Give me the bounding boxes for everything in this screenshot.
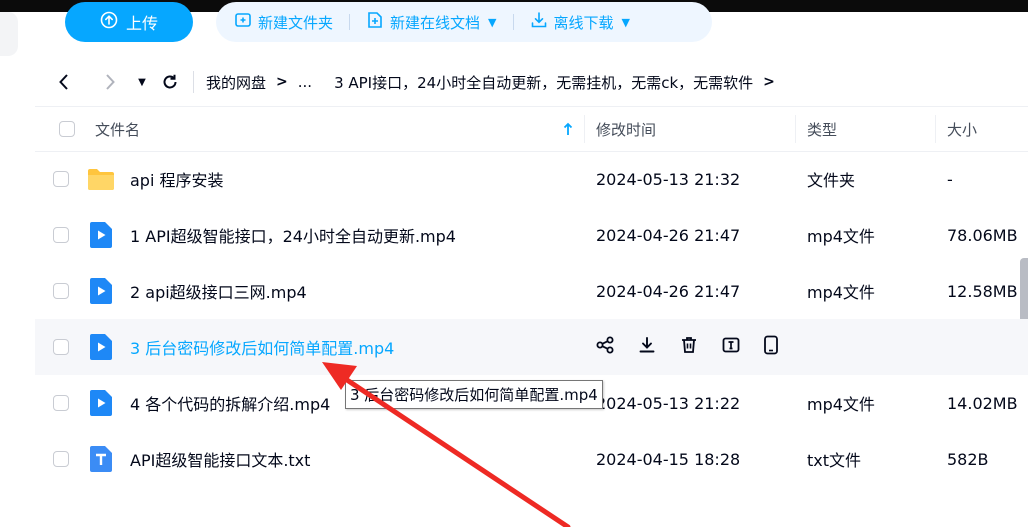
column-divider — [584, 115, 585, 143]
new-doc-icon — [366, 11, 384, 33]
file-size: 78.06MB — [947, 225, 1018, 245]
file-list-header: 文件名 修改时间 类型 大小 — [35, 106, 1028, 152]
download-icon — [530, 11, 548, 33]
chevron-right-icon: > — [763, 74, 775, 90]
file-type: mp4文件 — [807, 395, 875, 414]
table-row[interactable]: API超级智能接口文本.txt 2024-04-15 18:28 txt文件 5… — [35, 431, 1028, 487]
file-size: 14.02MB — [947, 393, 1018, 413]
select-all-checkbox[interactable] — [59, 121, 75, 137]
delete-icon[interactable] — [679, 335, 699, 359]
new-folder-icon — [234, 11, 252, 33]
new-online-doc-button[interactable]: 新建在线文档 ▼ — [366, 11, 497, 33]
text-file-icon — [87, 445, 115, 473]
row-checkbox[interactable] — [53, 283, 69, 299]
column-modified[interactable]: 修改时间 — [596, 107, 656, 151]
file-name[interactable]: api 程序安装 — [130, 151, 224, 207]
file-type: mp4文件 — [807, 227, 875, 246]
toolbar-divider — [512, 14, 514, 30]
back-icon[interactable] — [51, 73, 77, 91]
new-online-doc-label: 新建在线文档 — [390, 13, 481, 32]
row-checkbox[interactable] — [53, 451, 69, 467]
file-type: 文件夹 — [807, 171, 856, 190]
file-name[interactable]: 4 各个代码的拆解介绍.mp4 — [130, 375, 330, 431]
file-modified: 2024-04-26 21:47 — [596, 225, 741, 245]
mobile-icon[interactable] — [763, 335, 779, 359]
sort-asc-icon[interactable] — [563, 107, 573, 151]
chevron-right-icon: > — [276, 74, 288, 90]
filename-tooltip: 3 后台密码修改后如何简单配置.mp4 — [345, 380, 603, 409]
breadcrumb-ellipsis[interactable]: ... — [298, 73, 312, 91]
file-name[interactable]: 2 api超级接口三网.mp4 — [130, 263, 307, 319]
file-size: - — [947, 169, 953, 189]
column-name[interactable]: 文件名 — [95, 107, 140, 151]
table-row[interactable]: 3 后台密码修改后如何简单配置.mp4 — [35, 319, 1028, 375]
sidebar-edge — [0, 12, 18, 56]
column-type[interactable]: 类型 — [807, 107, 837, 151]
table-row[interactable]: api 程序安装 2024-05-13 21:32 文件夹 - — [35, 151, 1028, 207]
file-type: mp4文件 — [807, 283, 875, 302]
file-name[interactable]: 1 API超级智能接口，24小时全自动更新.mp4 — [130, 207, 456, 263]
table-row[interactable]: 1 API超级智能接口，24小时全自动更新.mp4 2024-04-26 21:… — [35, 207, 1028, 263]
row-checkbox[interactable] — [53, 339, 69, 355]
share-icon[interactable] — [595, 335, 615, 359]
file-size: 582B — [947, 449, 989, 469]
download-icon[interactable] — [637, 335, 657, 359]
new-folder-label: 新建文件夹 — [258, 13, 334, 32]
file-modified: 2024-04-15 18:28 — [596, 449, 741, 469]
breadcrumb-divider — [193, 71, 194, 93]
video-file-icon — [87, 221, 115, 249]
dropdown-caret-icon: ▼ — [621, 15, 630, 29]
file-modified: 2024-04-26 21:47 — [596, 281, 741, 301]
breadcrumb: ▼ 我的网盘 > ... 3 API接口，24小时全自动更新，无需挂机，无需ck… — [35, 58, 1028, 106]
file-type: txt文件 — [807, 451, 862, 470]
video-file-icon — [87, 333, 115, 361]
history-dropdown-icon[interactable]: ▼ — [129, 77, 155, 88]
file-name[interactable]: API超级智能接口文本.txt — [130, 431, 310, 487]
column-divider — [795, 115, 796, 143]
row-checkbox[interactable] — [53, 395, 69, 411]
video-file-icon — [87, 277, 115, 305]
toolbar-group: 新建文件夹 新建在线文档 ▼ 离线下载 ▼ — [216, 2, 712, 42]
upload-label: 上传 — [125, 14, 158, 33]
toolbar-divider — [349, 14, 351, 30]
new-folder-button[interactable]: 新建文件夹 — [234, 11, 333, 33]
column-divider — [935, 115, 936, 143]
file-modified: 2024-05-13 21:32 — [596, 169, 741, 189]
row-checkbox[interactable] — [53, 227, 69, 243]
row-checkbox[interactable] — [53, 171, 69, 187]
folder-icon — [87, 165, 115, 193]
upload-button[interactable]: 上传 — [65, 2, 193, 42]
dropdown-caret-icon: ▼ — [488, 15, 497, 29]
upload-icon — [100, 11, 118, 33]
breadcrumb-current[interactable]: 3 API接口，24小时全自动更新，无需挂机，无需ck，无需软件 — [334, 72, 753, 93]
video-file-icon — [87, 389, 115, 417]
column-size[interactable]: 大小 — [947, 107, 977, 151]
rename-icon[interactable] — [721, 335, 741, 359]
file-name[interactable]: 3 后台密码修改后如何简单配置.mp4 — [130, 319, 394, 375]
file-modified: 2024-05-13 21:22 — [596, 393, 741, 413]
offline-download-button[interactable]: 离线下载 ▼ — [530, 11, 630, 33]
breadcrumb-root[interactable]: 我的网盘 — [206, 72, 266, 93]
file-size: 12.58MB — [947, 281, 1018, 301]
forward-icon[interactable] — [97, 73, 123, 91]
table-row[interactable]: 2 api超级接口三网.mp4 2024-04-26 21:47 mp4文件 1… — [35, 263, 1028, 319]
refresh-icon[interactable] — [157, 73, 183, 91]
offline-download-label: 离线下载 — [553, 13, 614, 32]
row-actions — [595, 319, 779, 375]
